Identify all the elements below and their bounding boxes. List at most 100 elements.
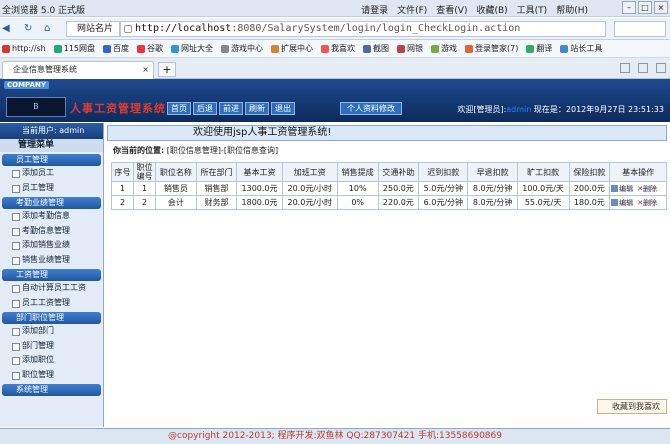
window-controls: – □ × [622, 1, 668, 14]
fav-item[interactable]: 我喜欢 [321, 43, 355, 54]
home-button[interactable]: 首页 [167, 102, 191, 115]
sidebar-item-auto-salary[interactable]: 自动计算员工工资 [0, 281, 103, 296]
table-cell: 20.0元/小时 [281, 195, 338, 210]
site-icon [137, 44, 146, 53]
site-icon [2, 44, 10, 53]
system-title: 人事工资管理系统 [70, 102, 166, 115]
fav-item[interactable]: 网银 [397, 43, 423, 54]
sidebar-item-sales-manage[interactable]: 销售业绩管理 [0, 253, 103, 268]
browser-nav-bar: ◀ ↻ ⌂ 网站名片 http://localhost:8080/SalaryS… [0, 18, 670, 40]
edit-link[interactable]: 编辑 [619, 199, 633, 207]
fav-item[interactable]: 截图 [363, 43, 389, 54]
col-header: 保险扣款 [568, 162, 611, 182]
search-box[interactable] [614, 21, 666, 37]
menu-view[interactable]: 查看(V) [436, 3, 467, 16]
fav-item[interactable]: 游戏 [431, 43, 457, 54]
sidebar-item-department-manage[interactable]: 部门管理 [0, 339, 103, 354]
forward-button[interactable]: 前进 [219, 102, 243, 115]
fav-item[interactable]: 翻译 [526, 43, 552, 54]
menu-tools[interactable]: 工具(T) [517, 3, 548, 16]
top-menu: 首页 后退 前进 刷新 退出 [167, 102, 295, 115]
delete-link[interactable]: 删除 [643, 199, 657, 207]
fav-item[interactable]: http://sh [2, 44, 46, 53]
menu-login[interactable]: 请登录 [361, 3, 388, 16]
sidebar-item-add-attendance[interactable]: 添加考勤信息 [0, 209, 103, 224]
sidebar-item-employee-manage[interactable]: 员工管理 [0, 181, 103, 196]
back-button[interactable]: 后退 [193, 102, 217, 115]
table-cell: 1800.0元 [236, 195, 283, 210]
fav-item[interactable]: 百度 [103, 43, 129, 54]
fav-item[interactable]: 扩展中心 [271, 43, 313, 54]
sidebar-item-add-employee[interactable]: 添加员工 [0, 166, 103, 181]
url-host: http://localhost [135, 23, 232, 34]
profile-edit-button[interactable]: 个人资料修改 [340, 102, 402, 115]
table-cell: 20.0元/小时 [281, 181, 338, 196]
tab-tools [620, 63, 666, 73]
site-icon [526, 44, 535, 53]
collect-button[interactable]: 收藏到我喜欢 [597, 399, 667, 414]
delete-link[interactable]: 删除 [643, 185, 657, 193]
col-header: 基本操作 [609, 162, 667, 182]
welcome-banner: 欢迎使用jsp人事工资管理系统! [107, 125, 667, 141]
sidebar-item-add-sales[interactable]: 添加销售业绩 [0, 238, 103, 253]
breadcrumb: 你当前的位置: [职位信息管理]-[职位信息查询] [113, 145, 278, 156]
maximize-icon[interactable]: □ [638, 1, 652, 14]
edit-icon[interactable] [611, 199, 619, 206]
fav-item[interactable]: 网址大全 [171, 43, 213, 54]
sidebar-item-position-manage[interactable]: 职位管理 [0, 368, 103, 383]
menu-help[interactable]: 帮助(H) [556, 3, 588, 16]
new-tab-button[interactable]: + [158, 62, 176, 77]
sidebar-group-attendance[interactable]: 考勤业绩管理 [2, 197, 101, 209]
fav-item[interactable]: 登录管家(7) [465, 43, 518, 54]
table-header-row: 序号 职位编号 职位名称 所在部门 基本工资 加班工资 销售提成 交通补助 迟到… [110, 162, 667, 182]
table-cell: 销售员 [155, 181, 197, 196]
fav-item[interactable]: 站长工具 [560, 43, 602, 54]
sidebar-item-add-department[interactable]: 添加部门 [0, 324, 103, 339]
col-header: 基本工资 [236, 162, 283, 182]
edit-link[interactable]: 编辑 [619, 185, 633, 193]
site-icon [103, 44, 112, 53]
table-cell: 0% [336, 195, 379, 210]
sidebar-item-add-position[interactable]: 添加职位 [0, 353, 103, 368]
menu-favorites[interactable]: 收藏(B) [476, 3, 507, 16]
table-cell: 销售部 [195, 181, 238, 196]
sidebar-item-attendance-manage[interactable]: 考勤信息管理 [0, 224, 103, 239]
table-cell: 2 [133, 195, 157, 210]
edit-icon[interactable] [611, 185, 619, 192]
table-cell: 会计 [155, 195, 197, 210]
welcome-user: admin [506, 105, 532, 114]
col-header: 所在部门 [195, 162, 238, 182]
menu-file[interactable]: 文件(F) [397, 3, 427, 16]
sidebar-item-salary-manage[interactable]: 员工工资管理 [0, 296, 103, 311]
site-icon [171, 44, 180, 53]
sidebar-group-department[interactable]: 部门职位管理 [2, 312, 101, 324]
tab-list-icon[interactable] [620, 63, 630, 73]
sidebar-group-system[interactable]: 系统管理 [2, 384, 101, 396]
close-icon[interactable]: × [654, 1, 668, 14]
refresh-icon[interactable]: ↻ [24, 21, 32, 37]
home-icon[interactable]: ⌂ [44, 21, 50, 37]
undo-close-icon[interactable] [656, 63, 666, 73]
close-tab-icon[interactable]: × [142, 62, 149, 78]
sidebar-group-employee[interactable]: 员工管理 [2, 154, 101, 166]
logout-button[interactable]: 退出 [271, 102, 295, 115]
welcome-info: 欢迎[管理员]:admin 现在是：2012年9月27日 23:51:33 [457, 105, 664, 114]
site-icon [271, 44, 280, 53]
col-header: 职位名称 [155, 162, 197, 182]
site-icon [465, 44, 474, 53]
address-bar[interactable]: http://localhost:8080/SalarySystem/login… [120, 21, 606, 37]
fav-item[interactable]: 谷歌 [137, 43, 163, 54]
sidebar-group-salary[interactable]: 工资管理 [2, 269, 101, 281]
tab-active[interactable]: 企业信息管理系统 × [2, 61, 154, 79]
back-arrow-icon[interactable]: ◀ [2, 21, 10, 37]
minimize-icon[interactable]: – [622, 1, 636, 14]
table-cell: 100.0元/天 [516, 181, 570, 196]
col-header: 序号 [110, 162, 135, 182]
fav-item[interactable]: 115网盘 [53, 43, 95, 54]
table-row: 2 2 会计 财务部 1800.0元 20.0元/小时 0% 220.0元 6.… [110, 195, 667, 210]
fav-item[interactable]: 游戏中心 [221, 43, 263, 54]
refresh-button[interactable]: 刷新 [245, 102, 269, 115]
site-icon [431, 44, 440, 53]
site-card-button[interactable]: 网站名片 [66, 21, 120, 37]
restore-icon[interactable] [638, 63, 648, 73]
